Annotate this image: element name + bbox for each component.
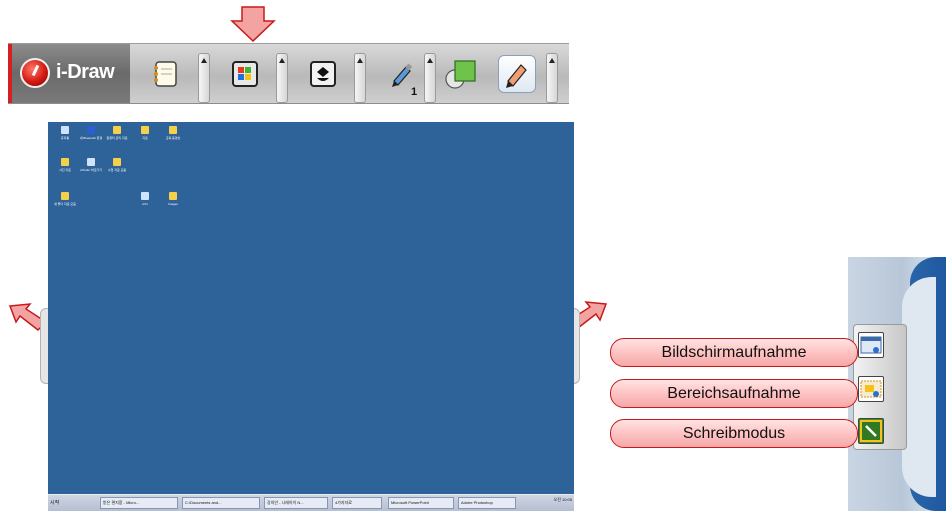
notepad-tool-button[interactable]	[146, 55, 184, 93]
desktop-tool-button[interactable]	[226, 55, 264, 93]
taskbar: 시작 받은 편지함 - Micro... C:\Documents and...…	[48, 494, 574, 511]
folder-icon	[141, 126, 149, 134]
desktop-icon[interactable]: i-Plotter 바로가기	[78, 158, 104, 172]
folder-icon	[113, 158, 121, 166]
folder-icon	[61, 158, 69, 166]
desktop-icon[interactable]: 휴지통	[52, 126, 78, 140]
windows-desktop-icon	[232, 61, 258, 87]
writing-mode-label[interactable]: Schreibmodus	[610, 419, 858, 448]
folder-icon	[61, 192, 69, 200]
side-panel-curve	[902, 277, 936, 497]
idraw-toolbar: i-Draw 1	[8, 43, 569, 104]
screen-capture-icon	[860, 336, 882, 354]
program-icon	[141, 192, 149, 200]
pencil-icon	[506, 64, 527, 88]
pen-icon	[392, 63, 413, 87]
desktop-icon[interactable]: 수업 자료 모음	[104, 158, 130, 172]
ink-tool-button[interactable]	[304, 55, 342, 93]
taskbar-item[interactable]: 4가지자료	[332, 497, 382, 509]
screen-capture-button[interactable]	[858, 332, 884, 358]
desktop-options-arrow[interactable]	[276, 53, 288, 103]
idraw-brand[interactable]: i-Draw	[8, 44, 130, 103]
pen-options-arrow[interactable]	[424, 53, 436, 103]
folder-icon	[169, 192, 177, 200]
pen-width-label: 1	[411, 86, 418, 98]
taskbar-item[interactable]: 받은 편지함 - Micro...	[100, 497, 178, 509]
desktop-icon[interactable]: 사진 자료	[52, 158, 78, 172]
program-icon	[87, 158, 95, 166]
pencil-tool-button[interactable]	[498, 55, 536, 93]
notepad-icon	[154, 61, 177, 87]
writing-mode-icon	[860, 420, 882, 442]
desktop-icon[interactable]: i-Pro	[132, 192, 158, 206]
area-capture-button[interactable]	[858, 376, 884, 402]
taskbar-item[interactable]: 강의안 - 나래아이 N...	[264, 497, 328, 509]
desktop-icon[interactable]: Images	[160, 192, 186, 206]
desktop-icon[interactable]: 자료	[132, 126, 158, 140]
ink-bucket-icon	[310, 61, 336, 87]
folder-icon	[169, 126, 177, 134]
taskbar-item[interactable]: Adobe Photoshop	[458, 497, 516, 509]
taskbar-item[interactable]: Microsoft PowerPoint	[388, 497, 454, 509]
start-button[interactable]: 시작	[50, 497, 78, 509]
down-arrow-annotation-icon	[230, 6, 276, 42]
desktop-icon[interactable]: 컴퓨터 관리 자료	[104, 126, 130, 140]
area-capture-label[interactable]: Bereichsaufnahme	[610, 379, 858, 408]
ink-options-arrow[interactable]	[354, 53, 366, 103]
system-tray-clock: 오전 10:05	[553, 497, 572, 502]
shapes-tool-button[interactable]	[442, 55, 480, 93]
desktop-icon[interactable]: 새 폴더 자료 모음	[52, 192, 78, 206]
desktop-icon[interactable]: 내 Bluetooth 환경	[78, 126, 104, 140]
writing-mode-button[interactable]	[858, 418, 884, 444]
shapes-icon	[445, 60, 476, 89]
bluetooth-icon	[87, 126, 95, 134]
pencil-options-arrow[interactable]	[546, 53, 558, 103]
taskbar-item[interactable]: C:\Documents and...	[182, 497, 260, 509]
screen-capture-label[interactable]: Bildschirmaufnahme	[610, 338, 858, 367]
folder-icon	[113, 126, 121, 134]
app-name: i-Draw	[56, 61, 115, 83]
area-capture-icon	[860, 380, 882, 398]
idraw-logo-icon	[20, 58, 50, 88]
recycle-bin-icon	[61, 126, 69, 134]
desktop-screenshot: 휴지통 내 Bluetooth 환경 컴퓨터 관리 자료 자료 교육 동영상 사…	[48, 122, 574, 511]
notepad-options-arrow[interactable]	[198, 53, 210, 103]
desktop-icon[interactable]: 교육 동영상	[160, 126, 186, 140]
